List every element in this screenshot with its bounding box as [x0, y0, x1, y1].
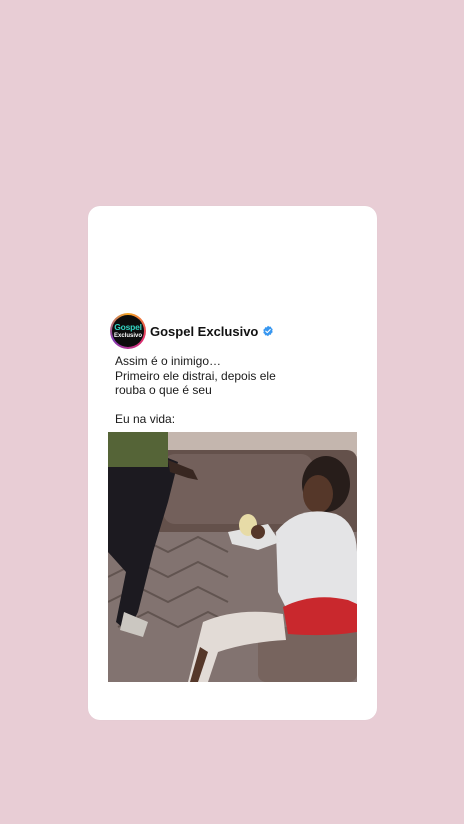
- post-header: Gospel Exclusivo Gospel Exclusivo: [110, 313, 274, 349]
- caption-line: rouba o que é seu: [115, 383, 212, 397]
- account-name[interactable]: Gospel Exclusivo: [150, 324, 258, 339]
- caption-footer: Eu na vida:: [115, 412, 176, 426]
- post-card: Gospel Exclusivo Gospel Exclusivo Assim …: [88, 206, 377, 720]
- caption-line: Primeiro ele distrai, depois ele: [115, 368, 276, 383]
- post-caption: Assim é o inimigo… Primeiro ele distrai,…: [115, 354, 355, 427]
- video-frame-illustration: [108, 432, 357, 682]
- story-canvas: Gospel Exclusivo Gospel Exclusivo Assim …: [0, 0, 464, 824]
- avatar-logo-line2: Exclusivo: [113, 332, 142, 339]
- avatar[interactable]: Gospel Exclusivo: [110, 313, 146, 349]
- caption-line: Assim é o inimigo…: [115, 354, 222, 368]
- avatar-logo-line1: Gospel: [114, 322, 142, 333]
- post-media-video[interactable]: [108, 432, 357, 682]
- verified-badge-icon: [263, 325, 274, 337]
- avatar-logo: Gospel Exclusivo: [112, 315, 144, 347]
